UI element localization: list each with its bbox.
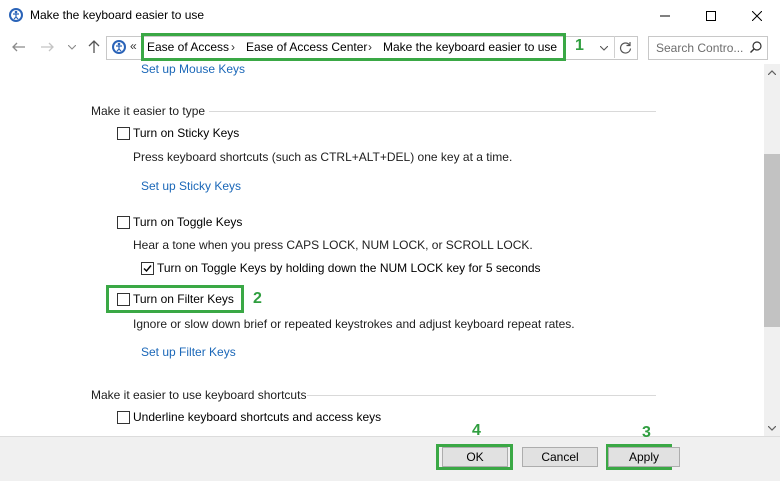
checkmark-icon <box>143 265 152 273</box>
sticky-keys-description: Press keyboard shortcuts (such as CTRL+A… <box>133 150 513 164</box>
forward-arrow-icon[interactable] <box>40 42 54 52</box>
control-panel-icon <box>112 40 126 54</box>
search-placeholder: Search Contro... <box>656 41 744 55</box>
minimize-icon <box>660 15 670 17</box>
toggle-keys-description: Hear a tone when you press CAPS LOCK, NU… <box>133 238 533 252</box>
close-button[interactable] <box>734 0 780 32</box>
underline-shortcuts-checkbox[interactable] <box>117 411 130 424</box>
toggle-keys-label[interactable]: Turn on Toggle Keys <box>133 215 242 229</box>
minimize-button[interactable] <box>642 0 688 32</box>
cancel-button[interactable]: Cancel <box>522 447 598 467</box>
toggle-keys-numlock-checkbox[interactable] <box>141 262 154 275</box>
section-heading-keyboard-shortcuts: Make it easier to use keyboard shortcuts <box>91 388 307 402</box>
maximize-icon <box>706 11 716 21</box>
filter-keys-checkbox[interactable] <box>117 293 130 306</box>
toggle-keys-checkbox[interactable] <box>117 216 130 229</box>
annotation-box-1 <box>141 33 566 61</box>
scroll-up-icon[interactable] <box>768 70 776 75</box>
address-divider <box>614 36 615 58</box>
search-icon[interactable] <box>750 41 762 53</box>
section-divider <box>307 395 656 396</box>
annotation-number-3: 3 <box>642 424 651 441</box>
underline-shortcuts-label[interactable]: Underline keyboard shortcuts and access … <box>133 410 381 424</box>
refresh-icon[interactable] <box>619 41 632 54</box>
sticky-keys-checkbox[interactable] <box>117 127 130 140</box>
setup-sticky-keys-link[interactable]: Set up Sticky Keys <box>141 179 241 193</box>
sticky-keys-label[interactable]: Turn on Sticky Keys <box>133 126 239 140</box>
up-arrow-icon[interactable] <box>88 40 100 54</box>
setup-filter-keys-link[interactable]: Set up Filter Keys <box>141 345 236 359</box>
toggle-keys-numlock-label[interactable]: Turn on Toggle Keys by holding down the … <box>157 261 541 275</box>
annotation-number-1: 1 <box>575 37 584 54</box>
annotation-number-4: 4 <box>472 422 481 439</box>
filter-keys-label[interactable]: Turn on Filter Keys <box>133 292 234 306</box>
annotation-number-2: 2 <box>253 290 262 307</box>
filter-keys-description: Ignore or slow down brief or repeated ke… <box>133 317 575 331</box>
section-divider <box>209 111 656 112</box>
window-title: Make the keyboard easier to use <box>30 8 205 22</box>
recent-locations-chevron-icon[interactable] <box>68 45 76 50</box>
close-icon <box>752 11 762 21</box>
section-heading-easier-to-type: Make it easier to type <box>91 104 206 118</box>
address-dropdown-icon[interactable] <box>600 46 608 51</box>
back-arrow-icon[interactable] <box>12 42 26 52</box>
ease-of-access-icon <box>9 8 23 22</box>
maximize-button[interactable] <box>688 0 734 32</box>
apply-button[interactable]: Apply <box>608 447 680 467</box>
setup-mouse-keys-link[interactable]: Set up Mouse Keys <box>141 62 245 76</box>
ok-button[interactable]: OK <box>442 447 508 467</box>
scroll-down-icon[interactable] <box>768 426 776 431</box>
breadcrumb-overflow[interactable]: « <box>130 39 137 53</box>
scrollbar-thumb[interactable] <box>764 154 780 327</box>
